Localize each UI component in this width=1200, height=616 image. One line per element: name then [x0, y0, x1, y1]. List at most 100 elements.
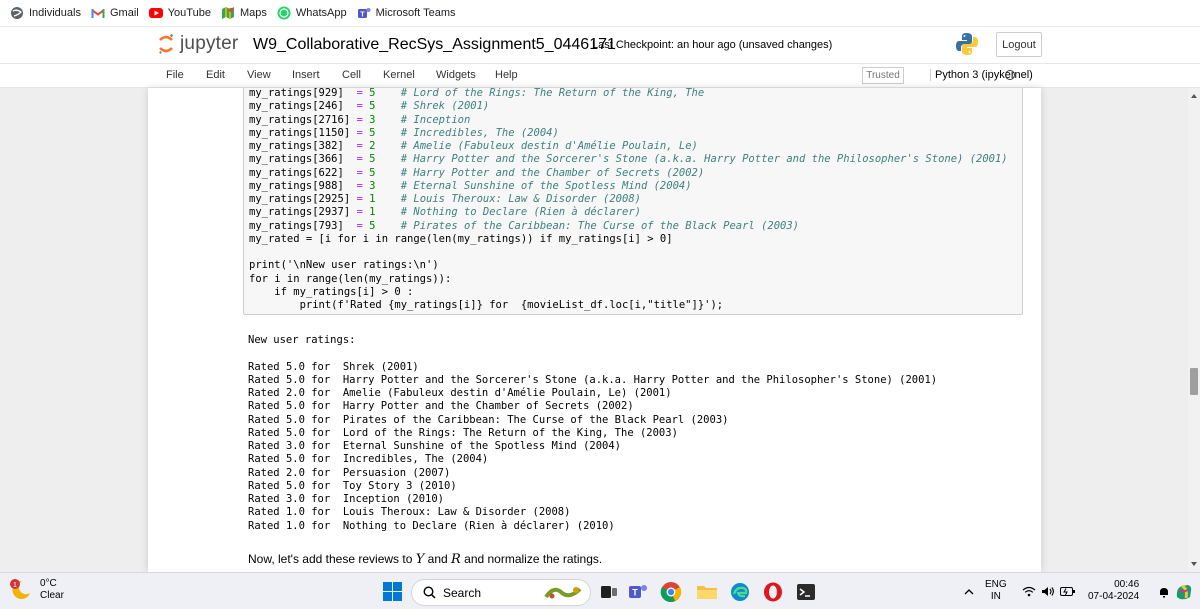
markdown-cell: Now, let's add these reviews to Y and R …	[248, 552, 602, 567]
code-line: my_ratings[793] = 5 # Pirates of the Car…	[249, 219, 800, 232]
edge-icon	[731, 583, 749, 601]
taskbar-search[interactable]: Search	[411, 579, 591, 606]
scroll-up-icon[interactable]	[1191, 94, 1197, 98]
output-title: Shrek (2001)	[342, 360, 419, 373]
battery-icon[interactable]	[1060, 586, 1076, 597]
windows-start-button[interactable]	[383, 582, 402, 606]
output-rating: 3.0	[285, 440, 305, 452]
output-heading: New user ratings:	[248, 334, 356, 346]
code-comment: # Incredibles, The (2004)	[400, 126, 559, 139]
kernel-name[interactable]: Python 3 (ipykernel)	[930, 69, 1033, 81]
output-rated-word: Rated	[248, 360, 280, 373]
chrome-icon	[660, 582, 682, 602]
taskbar-file-explorer[interactable]	[696, 581, 718, 603]
menu-widgets[interactable]: Widgets	[436, 69, 476, 81]
search-label: Search	[443, 585, 482, 600]
output-for-word: for	[311, 413, 331, 426]
windows-icon	[383, 582, 402, 601]
taskbar-opera[interactable]	[762, 581, 784, 603]
scrollbar-thumb[interactable]	[1190, 368, 1198, 395]
output-row: Rated 5.0 for Pirates of the Caribbean: …	[248, 414, 728, 426]
code-cell[interactable]: my_ratings[929] = 5 # Lord of the Rings:…	[243, 88, 1023, 315]
trusted-indicator[interactable]: Trusted	[862, 67, 904, 84]
wifi-icon[interactable]	[1022, 586, 1036, 597]
code-line: for i in range(len(my_ratings)):	[249, 272, 452, 285]
menu-help[interactable]: Help	[495, 69, 518, 81]
bookmark-whatsapp[interactable]: WhatsApp	[275, 2, 355, 24]
menu-kernel[interactable]: Kernel	[383, 69, 415, 81]
output-rating: 5.0	[285, 360, 305, 373]
output-row: Rated 5.0 for Shrek (2001)	[248, 361, 419, 373]
teams-icon: T	[629, 585, 647, 598]
code-line: my_rated = [i for i in range(len(my_rati…	[249, 232, 673, 245]
taskbar-chrome[interactable]	[660, 581, 682, 603]
jupyter-logo[interactable]: jupyter	[158, 33, 238, 55]
output-row: Rated 5.0 for Harry Potter and the Chamb…	[248, 400, 634, 412]
taskbar-terminal[interactable]	[795, 581, 817, 603]
code-line: my_ratings[382] = 2 # Amelie (Fabuleux d…	[249, 140, 698, 152]
code-editor[interactable]: my_ratings[929] = 5 # Lord of the Rings:…	[249, 88, 1008, 312]
menu-edit[interactable]: Edit	[206, 69, 225, 81]
code-comment: # Harry Potter and the Chamber of Secret…	[400, 166, 705, 179]
python-logo-icon	[954, 31, 980, 62]
gmail-icon	[91, 6, 105, 20]
output-rated-word: Rated	[248, 479, 280, 492]
output-for-word: for	[311, 506, 331, 519]
output-rated-word: Rated	[248, 493, 280, 505]
weather-widget[interactable]: 1 0°C Clear	[8, 578, 64, 602]
logout-button[interactable]: Logout	[996, 32, 1042, 57]
output-title: Inception (2010)	[342, 493, 445, 505]
kernel-idle-indicator-icon	[1005, 70, 1015, 80]
bookmark-gmail[interactable]: Gmail	[89, 2, 147, 24]
code-comment: # Lord of the Rings: The Return of the K…	[400, 88, 705, 99]
notification-bell-icon[interactable]	[1158, 586, 1170, 598]
clock-time: 00:46	[1114, 579, 1140, 590]
menu-file[interactable]: File	[166, 69, 184, 81]
bookmark-youtube[interactable]: YouTube	[147, 2, 219, 24]
output-rating: 5.0	[285, 426, 305, 439]
output-rating: 5.0	[285, 373, 305, 386]
jupyter-logo-icon	[159, 34, 173, 54]
maps-icon	[221, 6, 235, 20]
checkpoint-status: Last Checkpoint: an hour ago (unsaved ch…	[592, 39, 833, 51]
taskbar-task-view[interactable]	[598, 581, 620, 603]
menu-view[interactable]: View	[247, 69, 271, 81]
code-line: if my_ratings[i] > 0 :	[249, 285, 414, 298]
bookmark-label: Microsoft Teams	[375, 7, 456, 19]
code-comment: # Amelie (Fabuleux destin d'Amélie Poula…	[400, 140, 698, 152]
bookmark-teams[interactable]: T Microsoft Teams	[355, 2, 464, 24]
svg-text:T: T	[632, 588, 638, 598]
copilot-icon[interactable]	[1174, 582, 1194, 602]
cell-output: New user ratings: Rated 5.0 for Shrek (2…	[248, 334, 937, 533]
code-line: my_ratings[246] = 5 # Shrek (2001)	[249, 100, 490, 113]
language-indicator[interactable]: ENG IN	[985, 579, 1007, 616]
volume-icon[interactable]	[1041, 586, 1055, 597]
clock-date: 07-04-2024	[1088, 591, 1140, 602]
code-comment: # Louis Theroux: Law & Disorder (2008)	[400, 193, 641, 205]
markdown-text: and	[424, 552, 452, 566]
teams-icon: T	[357, 6, 371, 20]
bookmark-individuals[interactable]: Individuals	[8, 2, 89, 24]
taskbar: 1 0°C Clear Search T ENG IN 00:46 07-04-…	[0, 572, 1200, 609]
menu-cell[interactable]: Cell	[342, 69, 361, 81]
taskbar-teams[interactable]: T	[627, 581, 649, 603]
bookmark-maps[interactable]: Maps	[219, 2, 275, 24]
output-row: Rated 5.0 for Lord of the Rings: The Ret…	[248, 427, 678, 439]
chevron-up-icon[interactable]	[964, 588, 974, 595]
output-title: Nothing to Declare (Rien à déclarer) (20…	[342, 519, 615, 532]
output-row: Rated 3.0 for Inception (2010)	[248, 493, 444, 505]
scroll-down-icon[interactable]	[1191, 562, 1197, 566]
output-row: Rated 3.0 for Eternal Sunshine of the Sp…	[248, 440, 621, 452]
vertical-scrollbar[interactable]	[1188, 88, 1200, 572]
bookmark-label: WhatsApp	[295, 7, 347, 19]
clock[interactable]: 00:46 07-04-2024	[1088, 579, 1139, 616]
taskbar-edge[interactable]	[729, 581, 751, 603]
output-rating: 1.0	[285, 506, 305, 519]
output-for-word: for	[311, 453, 331, 466]
code-line: my_ratings[1150] = 5 # Incredibles, The …	[249, 126, 559, 139]
notebook-name[interactable]: W9_Collaborative_RecSys_Assignment5_0446…	[253, 36, 616, 54]
markdown-text: and normalize the ratings.	[460, 552, 603, 566]
output-title: Persuasion (2007)	[342, 466, 451, 479]
output-row: Rated 2.0 for Persuasion (2007)	[248, 467, 450, 479]
menu-insert[interactable]: Insert	[292, 69, 320, 81]
